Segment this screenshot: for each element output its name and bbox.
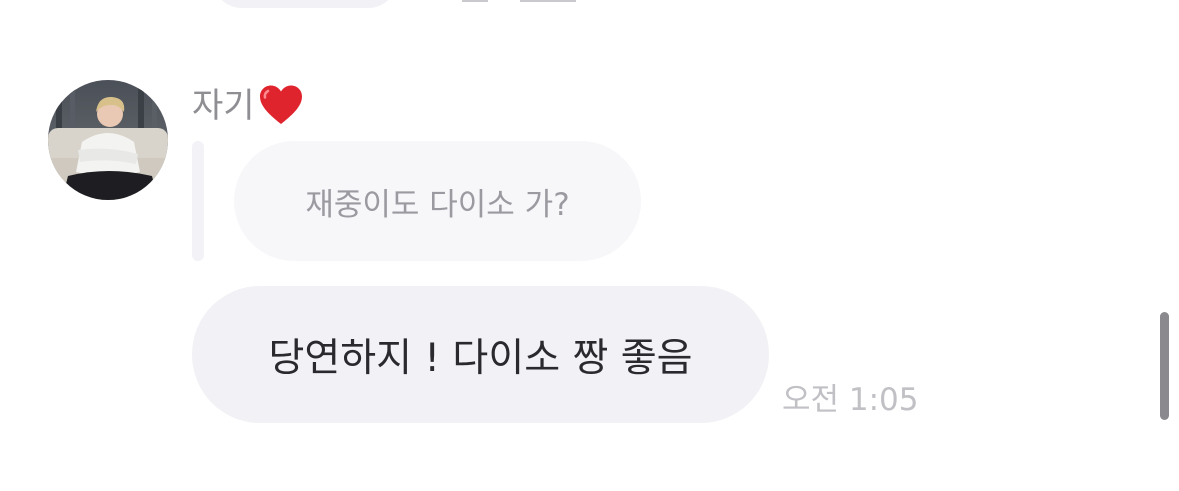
sender-label: 자기: [192, 82, 305, 130]
sender-name: 자기: [192, 86, 255, 126]
quoted-message-text: 재중이도 다이소 가?: [305, 186, 570, 223]
avatar-photo: [48, 80, 168, 200]
message-timestamp: 오전 1:05: [782, 382, 919, 418]
message-text: 당연하지 ! 다이소 짱 좋음: [268, 335, 693, 381]
heart-icon: [257, 82, 305, 130]
reply-indicator-bar: [192, 141, 204, 261]
previous-message-bubble[interactable]: [212, 0, 398, 8]
sender-avatar[interactable]: [48, 80, 168, 200]
previous-message-meta: [462, 0, 582, 4]
scrollbar-thumb[interactable]: [1160, 312, 1169, 420]
quoted-message-bubble[interactable]: 재중이도 다이소 가?: [234, 141, 641, 261]
message-bubble[interactable]: 당연하지 ! 다이소 짱 좋음: [192, 286, 769, 423]
